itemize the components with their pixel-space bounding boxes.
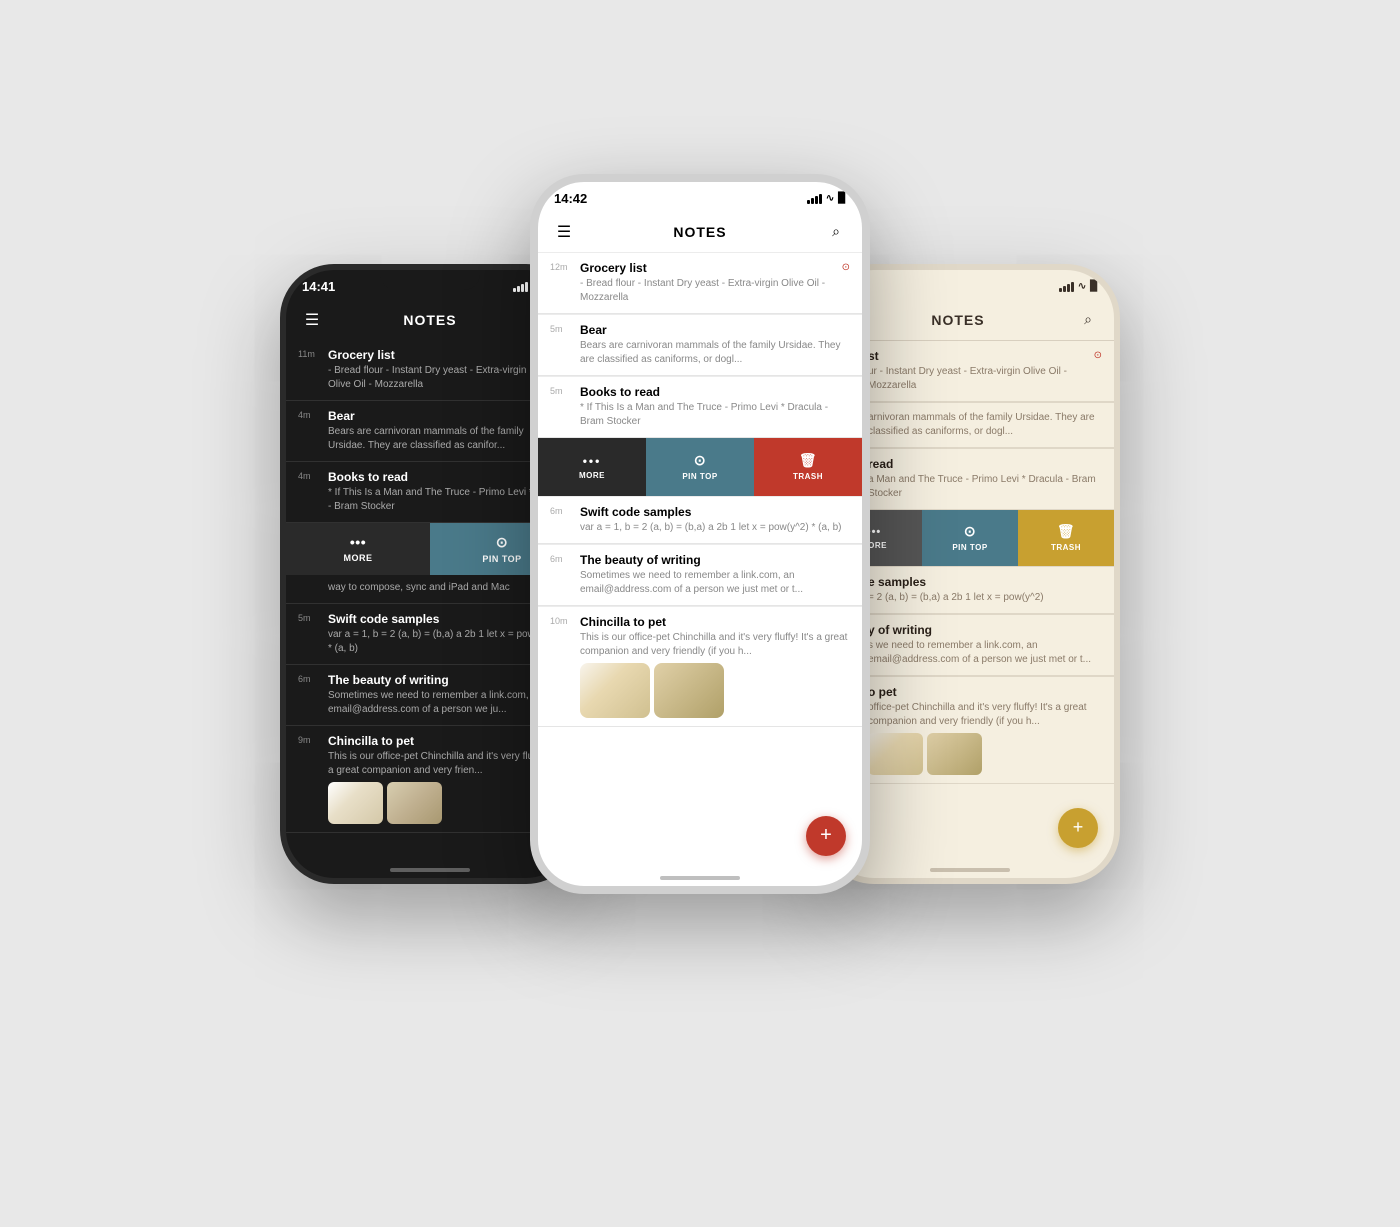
menu-icon-center[interactable]: ☰: [552, 222, 576, 242]
thumbnail-2: [387, 782, 442, 824]
more-icon-center: •••: [583, 454, 602, 468]
fab-center[interactable]: +: [806, 816, 846, 856]
battery-icon-right: ▉: [1090, 281, 1098, 292]
search-icon-center[interactable]: ⌕: [824, 223, 848, 240]
more-label-left: MORE: [344, 553, 373, 563]
phone-center: 14:42 ∿ ▉ ☰ NOTES ⌕: [530, 174, 870, 894]
wifi-icon-center: ∿: [826, 193, 834, 204]
status-icons-center: ∿ ▉: [807, 193, 846, 204]
thumbnail-1: [328, 782, 383, 824]
menu-icon-left[interactable]: ☰: [300, 310, 324, 330]
pin-action-right[interactable]: ⊙ PIN TOP: [922, 510, 1018, 566]
notch-center: [640, 182, 760, 208]
status-icons-right: ∿ ▉: [1059, 281, 1098, 292]
trash-action-right[interactable]: 🗑 TRASH: [1018, 510, 1114, 566]
trash-icon-right: 🗑: [1057, 523, 1075, 540]
pin-icon-action-left: ⊙: [496, 534, 508, 551]
notes-title-center: NOTES: [576, 224, 824, 240]
pin-label-right: PIN TOP: [952, 543, 987, 552]
app-header-center: ☰ NOTES ⌕: [538, 212, 862, 252]
notch-right: [920, 270, 1020, 290]
note-images: [868, 733, 1102, 775]
battery-icon-center: ▉: [838, 193, 846, 204]
scene: 14:41 📶 ▉ ☰ NOTES ⌕: [250, 114, 1150, 1114]
list-item[interactable]: 6m Swift code samples var a = 1, b = 2 (…: [538, 497, 862, 544]
fab-right[interactable]: +: [1058, 808, 1098, 848]
time-center: 14:42: [554, 191, 587, 206]
note-images: [328, 782, 562, 824]
more-icon-left: •••: [350, 534, 366, 550]
thumbnail-1: [868, 733, 923, 775]
search-icon-right[interactable]: ⌕: [1076, 311, 1100, 328]
list-item[interactable]: 6m The beauty of writing Sometimes we ne…: [538, 545, 862, 606]
more-action-center[interactable]: ••• MORE: [538, 438, 646, 496]
home-indicator-right: [930, 868, 1010, 872]
list-item[interactable]: 5m Bear Bears are carnivoran mammals of …: [538, 315, 862, 376]
list-item[interactable]: 12m Grocery list - Bread flour - Instant…: [538, 253, 862, 314]
trash-label-right: TRASH: [1051, 543, 1081, 552]
fab-icon-center: +: [820, 824, 832, 847]
thumbnail-2: [927, 733, 982, 775]
signal-icon-center: [807, 194, 822, 204]
pin-action-center[interactable]: ⊙ PIN TOP: [646, 438, 754, 496]
notes-title-right: NOTES: [840, 312, 1076, 328]
list-item[interactable]: 10m Chincilla to pet This is our office-…: [538, 607, 862, 727]
trash-icon-center: 🗑: [799, 452, 817, 469]
pin-label-left: PIN TOP: [482, 554, 521, 564]
time-left: 14:41: [302, 279, 335, 294]
list-item[interactable]: 5m Books to read * If This Is a Man and …: [538, 377, 862, 438]
pin-icon-action-right: ⊙: [964, 523, 976, 540]
swipe-actions-center[interactable]: ••• MORE ⊙ PIN TOP 🗑 TRASH: [538, 438, 862, 496]
home-indicator-center: [660, 876, 740, 880]
trash-label-center: TRASH: [793, 472, 823, 481]
fab-icon-right: +: [1073, 817, 1084, 838]
notes-title-left: NOTES: [324, 312, 536, 328]
more-label-center: MORE: [579, 471, 605, 480]
note-list-center: 12m Grocery list - Bread flour - Instant…: [538, 253, 862, 727]
pin-icon: ⊙: [842, 262, 850, 305]
notch-left: [380, 270, 480, 290]
trash-action-center[interactable]: 🗑 TRASH: [754, 438, 862, 496]
thumbnail-1: [580, 663, 650, 718]
thumbnail-2: [654, 663, 724, 718]
more-action-left[interactable]: ••• MORE: [286, 523, 430, 575]
pin-label-center: PIN TOP: [682, 472, 717, 481]
note-images: [580, 663, 850, 718]
signal-icon-left: [513, 282, 528, 292]
wifi-icon-right: ∿: [1078, 281, 1086, 292]
signal-icon-right: [1059, 282, 1074, 292]
pin-icon: ⊙: [1094, 350, 1102, 393]
home-indicator-left: [390, 868, 470, 872]
pin-icon-action-center: ⊙: [694, 452, 706, 469]
